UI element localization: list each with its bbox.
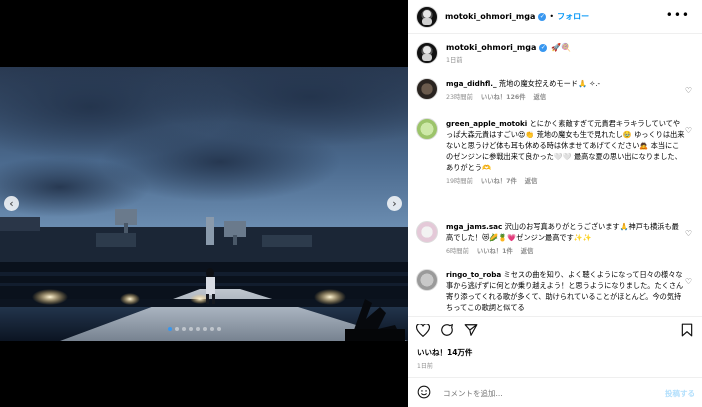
comment-body: mga_didhfl._ 荒地の魔女控えめモード🙏 ✧.- 23時間前 いいね！… <box>446 78 686 103</box>
carousel-dot <box>217 327 221 331</box>
comment-item: green_apple_motoki とにかく素敵すぎて元貴君キラキラしていてや… <box>416 118 694 187</box>
posted-time: 1日前 <box>417 363 433 370</box>
comment-username[interactable]: green_apple_motoki <box>446 119 527 128</box>
separator-dot: • <box>549 12 555 21</box>
comment-body: ringo_to_roba ミセスの曲を知り、よく聴くようになって日々の様々な事… <box>446 269 686 313</box>
reply-button[interactable]: 返信 <box>525 176 538 187</box>
more-options-icon[interactable]: ••• <box>666 8 690 22</box>
post-viewer: ‹ › motoki_ohmori_mga ✓ • フォロー ••• motok… <box>0 0 702 407</box>
comment-time: 6時間前 <box>446 248 469 255</box>
comment-body: green_apple_motoki とにかく素敵すぎて元貴君キラキラしていてや… <box>446 118 686 187</box>
comment-username[interactable]: ringo_to_roba <box>446 270 501 279</box>
username-link[interactable]: motoki_ohmori_mga <box>445 12 535 21</box>
comment-item: mga_jams.sac 沢山のお写真ありがとうございます🙏神戸も横浜も最高でし… <box>416 221 694 257</box>
post-sidebar: motoki_ohmori_mga ✓ • フォロー ••• motoki_oh… <box>408 0 702 407</box>
avatar[interactable] <box>416 42 438 64</box>
likes-count[interactable]: いいね！14万件 <box>417 347 472 358</box>
comment-item: ringo_to_roba ミセスの曲を知り、よく聴くようになって日々の様々な事… <box>416 269 694 313</box>
avatar[interactable] <box>416 221 438 243</box>
chevron-left-icon[interactable]: ‹ <box>4 196 19 211</box>
share-icon[interactable] <box>464 323 478 337</box>
chevron-right-icon[interactable]: › <box>387 196 402 211</box>
comment-username[interactable]: mga_jams.sac <box>446 222 502 231</box>
caption: motoki_ohmori_mga ✓ 🚀🍭 1日前 <box>416 42 694 66</box>
avatar[interactable] <box>416 5 438 28</box>
comment-likes[interactable]: いいね！1件 <box>477 246 513 257</box>
verified-badge-icon: ✓ <box>538 12 547 21</box>
media-pane: ‹ › <box>0 0 408 407</box>
comment-input[interactable] <box>443 388 643 398</box>
follow-button[interactable]: フォロー <box>557 11 589 22</box>
post-comment-button[interactable]: 投稿する <box>665 388 695 399</box>
comment-item: mga_didhfl._ 荒地の魔女控えめモード🙏 ✧.- 23時間前 いいね！… <box>416 78 694 103</box>
avatar[interactable] <box>416 118 438 140</box>
comment-likes[interactable]: いいね！126件 <box>481 92 526 103</box>
comment-text: 荒地の魔女控えめモード🙏 ✧.- <box>498 79 601 88</box>
post-header: motoki_ohmori_mga ✓ • フォロー ••• <box>408 0 702 34</box>
caption-date: 1日前 <box>446 57 463 64</box>
comment-username[interactable]: mga_didhfl._ <box>446 79 497 88</box>
carousel-dot <box>203 327 207 331</box>
comment-meta: 23時間前 いいね！126件 返信 <box>446 92 686 103</box>
heart-icon[interactable]: ♡ <box>685 126 692 135</box>
verified-badge-icon: ✓ <box>539 43 548 52</box>
comment-likes[interactable]: いいね！7件 <box>481 176 517 187</box>
comments-list[interactable]: motoki_ohmori_mga ✓ 🚀🍭 1日前 mga_didhfl._ … <box>408 34 702 316</box>
caption-body: motoki_ohmori_mga ✓ 🚀🍭 1日前 <box>446 42 686 66</box>
divider <box>408 316 702 317</box>
emoji-icon[interactable] <box>417 384 431 403</box>
comment-body: mga_jams.sac 沢山のお写真ありがとうございます🙏神戸も横浜も最高でし… <box>446 221 686 257</box>
divider <box>408 377 702 378</box>
action-bar <box>416 323 694 339</box>
comment-meta: 19時間前 いいね！7件 返信 <box>446 176 686 187</box>
add-comment-bar: 投稿する <box>417 385 695 401</box>
avatar[interactable] <box>416 269 438 291</box>
carousel-dots <box>168 327 221 331</box>
comment-icon[interactable] <box>440 323 454 337</box>
caption-header: motoki_ohmori_mga ✓ 🚀🍭 <box>446 42 686 53</box>
post-photo[interactable] <box>0 67 408 341</box>
heart-icon[interactable]: ♡ <box>685 229 692 238</box>
comment-time: 19時間前 <box>446 178 473 185</box>
carousel-dot <box>182 327 186 331</box>
caption-text: 🚀🍭 <box>551 43 572 52</box>
comment-meta: 6時間前 いいね！1件 返信 <box>446 246 686 257</box>
heart-icon[interactable] <box>416 323 430 337</box>
avatar[interactable] <box>416 78 438 100</box>
carousel-dot <box>210 327 214 331</box>
carousel-dot <box>189 327 193 331</box>
reply-button[interactable]: 返信 <box>521 246 534 257</box>
heart-icon[interactable]: ♡ <box>685 277 692 286</box>
reply-button[interactable]: 返信 <box>534 92 547 103</box>
carousel-dot <box>196 327 200 331</box>
carousel-dot <box>168 327 172 331</box>
caption-username[interactable]: motoki_ohmori_mga <box>446 42 536 53</box>
comment-time: 23時間前 <box>446 94 473 101</box>
carousel-dot <box>175 327 179 331</box>
bookmark-icon[interactable] <box>680 323 694 337</box>
heart-icon[interactable]: ♡ <box>685 86 692 95</box>
